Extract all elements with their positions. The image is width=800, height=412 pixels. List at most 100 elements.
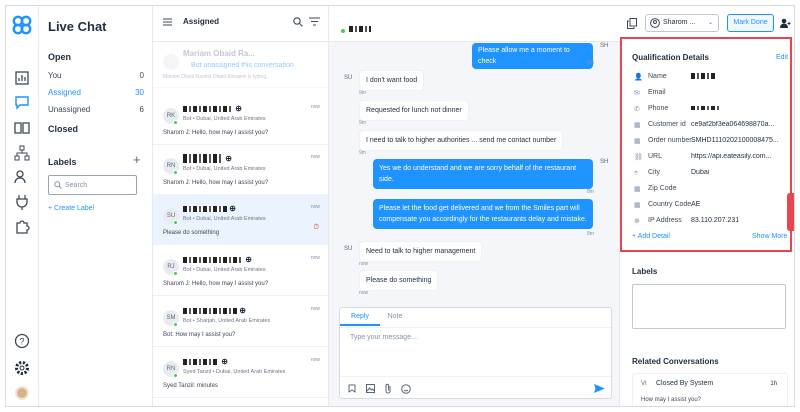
contacts-icon[interactable]: [14, 169, 30, 185]
knowledge-base-icon[interactable]: [14, 120, 30, 136]
conversation-list-header: Assigned: [153, 6, 328, 42]
search-placeholder: Search: [65, 182, 88, 189]
conversation-card[interactable]: SM ⊕ Bot • Sharjah, United Arab Emirates…: [153, 296, 328, 347]
detail-label: Order number: [648, 137, 692, 144]
sidebar-item-closed[interactable]: Closed: [48, 124, 78, 134]
feedback-tab[interactable]: [787, 193, 794, 231]
priority-icon: ⏱: [313, 224, 319, 231]
labels-box[interactable]: [632, 284, 786, 329]
detail-label: Name: [648, 73, 667, 80]
copy-icon[interactable]: [627, 18, 637, 29]
message-input[interactable]: Type your message...: [350, 334, 600, 372]
settings-gear-icon[interactable]: [14, 360, 30, 376]
menu-icon[interactable]: [163, 18, 172, 26]
banner-name: Mariam Obaid Ra...: [183, 49, 256, 58]
emoji-icon[interactable]: [401, 384, 411, 394]
sidebar-item-label: You: [48, 71, 62, 80]
message-time: 9m: [587, 60, 594, 66]
help-icon[interactable]: ?: [14, 333, 30, 349]
contact-name-redacted: ⊕: [183, 255, 252, 264]
mark-done-button[interactable]: Mark Done: [727, 14, 774, 32]
related-conversation-message: How may I assist you?: [641, 397, 702, 403]
message-bubble-outgoing: Please let the food get delivered and we…: [373, 199, 593, 229]
timestamp: now: [310, 255, 320, 261]
filter-icon[interactable]: [309, 17, 320, 26]
last-message: Sharom J: Hello, how may I assist you?: [163, 130, 269, 136]
show-more-link[interactable]: Show More: [752, 233, 787, 240]
mail-icon: ✉: [634, 90, 640, 97]
conversation-card[interactable]: RN ⊕ Bot • Dubai, United Arab Emirates S…: [153, 144, 328, 195]
create-label-link[interactable]: + Create Label: [48, 205, 144, 212]
search-icon[interactable]: [293, 17, 303, 27]
message-time: 8m: [587, 231, 594, 237]
message-time: now: [359, 290, 369, 296]
add-detail-link[interactable]: + Add Detail: [632, 233, 670, 240]
contact-avatar: SU: [344, 75, 353, 81]
reports-icon[interactable]: [14, 70, 30, 86]
timestamp: now: [310, 306, 320, 312]
avatar: [163, 54, 179, 70]
timestamp: now: [310, 204, 320, 210]
contact-location: Bot • Dubai, United Arab Emirates: [183, 116, 266, 122]
order-icon: ▦: [634, 138, 641, 145]
message-bubble-incoming: I don't want food: [359, 70, 425, 91]
sidebar-item-label: Unassigned: [48, 105, 91, 114]
detail-value: AE: [691, 201, 701, 208]
svg-text:?: ?: [19, 337, 24, 347]
image-icon[interactable]: [366, 384, 375, 393]
detail-label: Customer id: [648, 121, 686, 128]
related-conversation-item[interactable]: VI Closed By System 1h How may I assist …: [632, 373, 788, 406]
phone-icon: ✆: [634, 106, 640, 113]
conversation-card[interactable]: RK ⊕ Bot • Dubai, United Arab Emirates S…: [153, 94, 328, 145]
contact-location: Bot • Dubai, United Arab Emirates: [183, 216, 266, 222]
typing-banner[interactable]: Mariam Obaid Ra... Bot unassigned this c…: [153, 42, 328, 88]
sidebar-item-you[interactable]: You 0: [48, 71, 144, 80]
conversation-card-active[interactable]: SU ⊕ Bot • Dubai, United Arab Emirates P…: [153, 194, 328, 245]
zip-icon: ▦: [634, 186, 641, 193]
assignee-select[interactable]: Sharom ... ⌄: [645, 14, 719, 32]
attachment-icon[interactable]: [384, 383, 392, 394]
avatar[interactable]: [15, 386, 29, 400]
conversations-icon[interactable]: [14, 94, 30, 110]
agent-avatar: SH: [600, 43, 609, 49]
message-bubble-incoming: Requested for lunch not dinner: [359, 100, 469, 121]
send-icon[interactable]: [594, 383, 605, 394]
app-window: ? Live Chat Open You 0 Assigned 30 Unass…: [5, 5, 795, 407]
detail-value: Dubai: [691, 169, 710, 176]
contact-name-redacted: ⊕: [183, 154, 232, 164]
detail-label: IP Address: [648, 217, 682, 224]
reply-toolbar-divider: [340, 376, 611, 377]
add-label-icon[interactable]: +: [133, 152, 141, 167]
teams-icon[interactable]: [14, 145, 30, 161]
edit-link[interactable]: Edit: [776, 54, 788, 61]
online-dot: [173, 322, 178, 327]
tab-reply[interactable]: Reply: [340, 308, 380, 326]
last-message: Syed Tanzil: minutes: [163, 383, 218, 389]
last-message: Sharom J: Hello, how may I assist you?: [163, 281, 269, 287]
tab-note[interactable]: Note: [380, 308, 410, 326]
contact-panel-toggle-icon[interactable]: [780, 18, 791, 28]
apps-puzzle-icon[interactable]: [14, 219, 30, 235]
conversation-card[interactable]: RN ⊕ Syed Tanzil • Dubai, United Arab Em…: [153, 347, 328, 398]
labels-heading: Labels: [48, 157, 77, 167]
sidebar-item-assigned[interactable]: Assigned 30: [48, 88, 144, 97]
conversation-card[interactable]: RJ ⊕ Bot • Dubai, United Arab Emirates S…: [153, 245, 328, 296]
message-time: 8m: [587, 189, 594, 195]
contact-location: Syed Tanzil • Dubai, United Arab Emirate…: [183, 369, 286, 375]
label-search-input[interactable]: Search: [48, 175, 137, 195]
link-icon: ⛓: [634, 154, 643, 161]
detail-label: URL: [648, 153, 663, 160]
app-logo-icon[interactable]: [12, 15, 32, 35]
flag-icon: ▦: [634, 202, 641, 209]
contact-name-redacted: [341, 20, 372, 38]
detail-value[interactable]: https://api.eateasily.com...: [691, 153, 789, 160]
contact-name-redacted: ⊕: [183, 204, 236, 213]
detail-value: 83.110.207.231: [691, 217, 740, 224]
avatar: VI: [641, 381, 647, 387]
integrations-icon[interactable]: [14, 194, 30, 210]
user-icon: 👤: [634, 74, 643, 81]
contact-avatar: SU: [344, 246, 353, 252]
reply-box: Reply Note Type your message...: [339, 307, 612, 399]
sidebar-item-unassigned[interactable]: Unassigned 6: [48, 105, 144, 114]
bookmark-icon[interactable]: [348, 384, 356, 393]
